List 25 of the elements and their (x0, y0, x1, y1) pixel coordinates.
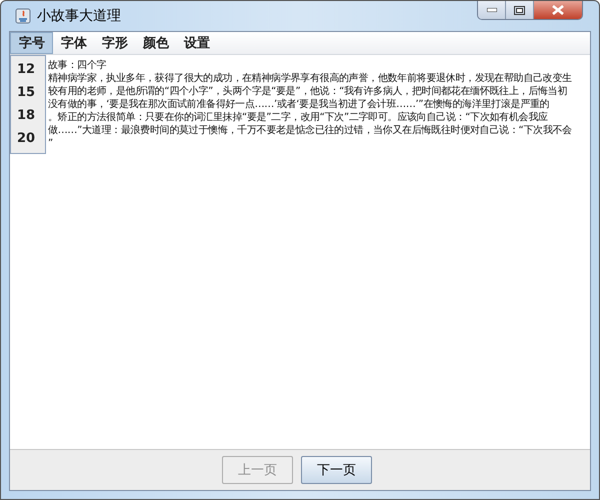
story-text-line: 做……”大道理：最浪费时间的莫过于懊悔，千万不要老是惦念已往的过错，当你又在后悔既往时便对自己说：“下次我不会 (48, 124, 572, 137)
menu-item[interactable]: 字体 (53, 32, 94, 54)
menu-item[interactable]: 设置 (176, 32, 217, 54)
maximize-button[interactable] (506, 1, 534, 19)
story-text-line: 故事：四个字 (48, 59, 106, 72)
story-text-line: 较有用的老师，是他所谓的“四个小字”，头两个字是“要是”，他说：“我有许多病人，把时间都花在缅怀既往上，后悔当初 (48, 85, 568, 98)
menu-item[interactable]: 颜色 (135, 32, 176, 54)
page-button[interactable]: 下一页 (301, 456, 372, 484)
window-title: 小故事大道理 (37, 7, 122, 25)
story-text-line: 没有做的事，‘要是我在那次面试前准备得好一点……’或者‘要是我当初进了会计班……’”在懊悔的海洋里打滚是严重的 (48, 98, 550, 111)
story-text-line: ” (48, 137, 53, 150)
font-size-option[interactable]: 18 (11, 104, 36, 127)
menu-item[interactable]: 字号 (10, 32, 53, 54)
close-icon (552, 5, 564, 15)
font-size-option[interactable]: 20 (11, 127, 36, 150)
app-icon (15, 8, 31, 24)
font-size-option[interactable]: 15 (11, 81, 36, 104)
minimize-icon (486, 8, 496, 12)
maximize-icon (514, 6, 525, 14)
menu-item[interactable]: 字形 (94, 32, 135, 54)
close-button[interactable] (534, 1, 582, 19)
minimize-button[interactable] (478, 1, 506, 19)
story-text-line: 。矫正的方法很简单：只要在你的词汇里抹掉“要是”二字，改用“下次”二字即可。应该向自己说：“下次如有机会我应 (48, 111, 548, 124)
story-text-line: 精神病学家，执业多年，获得了很大的成功，在精神病学界享有很高的声誉，他数年前将要退休时，发现在帮助自己改变生 (48, 72, 572, 85)
font-size-option[interactable]: 12 (11, 58, 36, 81)
